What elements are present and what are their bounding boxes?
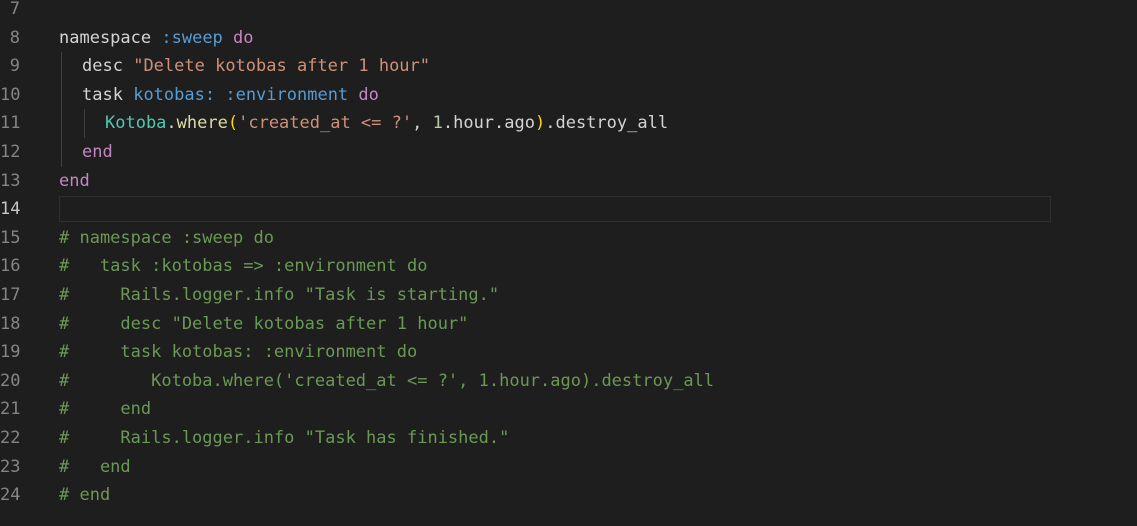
code-token: # desc "Delete kotobas after 1 hour" [59, 313, 469, 334]
code-token: .destroy_all [545, 113, 669, 134]
code-token: "Delete kotobas after 1 hour" [133, 56, 431, 77]
code-token: # end [59, 456, 131, 477]
line-number: 20 [0, 370, 21, 391]
code-token: # Rails.logger.info "Task has finished." [59, 428, 510, 448]
line-code: # end [59, 481, 110, 510]
line-code: # task :kotobas => :environment do [59, 252, 427, 281]
code-line[interactable]: 23 # end [0, 453, 1137, 482]
line-code: # desc "Delete kotobas after 1 hour" [59, 310, 468, 339]
code-token: where [176, 113, 228, 134]
code-token: # Kotoba.where('created_at <= ?', 1.hour… [59, 370, 715, 391]
line-number: 18 [0, 313, 21, 334]
code-line[interactable]: 14 [0, 195, 1137, 224]
line-code: # Rails.logger.info "Task is starting." [59, 281, 499, 310]
line-code: # Kotoba.where('created_at <= ?', 1.hour… [59, 367, 714, 396]
code-token: ) [534, 113, 546, 134]
code-token: 1 [432, 113, 443, 134]
code-line[interactable]: 11 Kotoba.where('created_at <= ?', 1.hour… [0, 109, 1137, 138]
code-line[interactable]: 18 # desc "Delete kotobas after 1 hour" [0, 310, 1137, 339]
line-number: 17 [0, 285, 21, 305]
line-code: desc "Delete kotobas after 1 hour" [82, 52, 430, 81]
line-code: namespace :sweep do [59, 24, 254, 53]
code-token: # Rails.logger.info "Task is starting." [59, 285, 500, 305]
code-line[interactable]: 20 # Kotoba.where('created_at <= ?', 1.ho… [0, 367, 1137, 396]
code-token: ( [227, 113, 239, 134]
code-token: :sweep [161, 27, 223, 48]
line-number: 14 [0, 199, 21, 220]
code-token: kotobas: [133, 84, 216, 105]
code-token: # task :kotobas => :environment do [59, 256, 428, 277]
code-token: # namespace :sweep do [59, 227, 274, 248]
code-line[interactable]: 10 task kotobas: :environment do [0, 81, 1137, 110]
line-code: Kotoba.where('created_at <= ?', 1.hour.a… [105, 109, 668, 138]
line-number: 8 [9, 27, 20, 48]
line-number: 13 [0, 170, 21, 191]
line-number: 7 [9, 0, 20, 19]
line-number: 15 [0, 227, 21, 248]
code-token: desc [82, 56, 123, 77]
line-code: task kotobas: :environment do [82, 81, 379, 110]
code-line[interactable]: 12 end [0, 138, 1137, 167]
code-token: 'created_at <= ?' [238, 113, 413, 134]
code-line[interactable]: 17 # Rails.logger.info "Task is starting.… [0, 281, 1137, 310]
code-token: , [412, 113, 423, 134]
line-number: 10 [0, 84, 21, 105]
code-token: do [358, 84, 379, 105]
code-line[interactable]: 13 end [0, 167, 1137, 196]
code-token: . [166, 113, 177, 134]
line-number: 9 [9, 56, 20, 77]
line-number: 24 [0, 485, 21, 506]
code-token: do [233, 27, 254, 48]
code-line[interactable]: 16 # task :kotobas => :environment do [0, 252, 1137, 281]
code-line[interactable]: 22 # Rails.logger.info "Task has finished… [0, 424, 1137, 453]
line-code: # end [59, 453, 131, 482]
code-line[interactable]: 24 # end [0, 481, 1137, 510]
line-code: # namespace :sweep do [59, 224, 274, 253]
code-token: Kotoba [105, 113, 167, 134]
code-line[interactable]: 8 namespace :sweep do [0, 24, 1137, 53]
code-line[interactable]: 7 [0, 0, 1137, 24]
line-number: 11 [0, 113, 21, 134]
line-code: end [59, 167, 90, 196]
line-code: # end [59, 395, 151, 424]
code-token: namespace [59, 27, 152, 48]
code-token: :environment [225, 84, 349, 105]
code-line[interactable]: 9 desc "Delete kotobas after 1 hour" [0, 52, 1137, 81]
code-token: # end [59, 399, 152, 420]
line-code: end [82, 138, 113, 167]
code-line[interactable]: 19 # task kotobas: :environment do [0, 338, 1137, 367]
line-code: # Rails.logger.info "Task has finished." [59, 424, 509, 453]
code-line[interactable]: 15 # namespace :sweep do [0, 224, 1137, 253]
line-number: 22 [0, 428, 21, 448]
code-token: # end [59, 485, 111, 506]
code-token: .hour.ago [442, 113, 535, 134]
code-editor[interactable]: 7 8 namespace :sweep do 9 desc "Delete kotob… [0, 0, 1137, 526]
code-token: # task kotobas: :environment do [59, 342, 418, 363]
line-number: 12 [0, 142, 21, 162]
line-number: 21 [0, 399, 21, 420]
line-number: 19 [0, 342, 21, 363]
line-code: # task kotobas: :environment do [59, 338, 417, 367]
code-token: end [59, 170, 90, 191]
line-number: 23 [0, 456, 21, 477]
line-number: 16 [0, 256, 21, 277]
code-line[interactable]: 21 # end [0, 395, 1137, 424]
code-token: task [82, 84, 123, 105]
code-token: end [82, 142, 113, 162]
